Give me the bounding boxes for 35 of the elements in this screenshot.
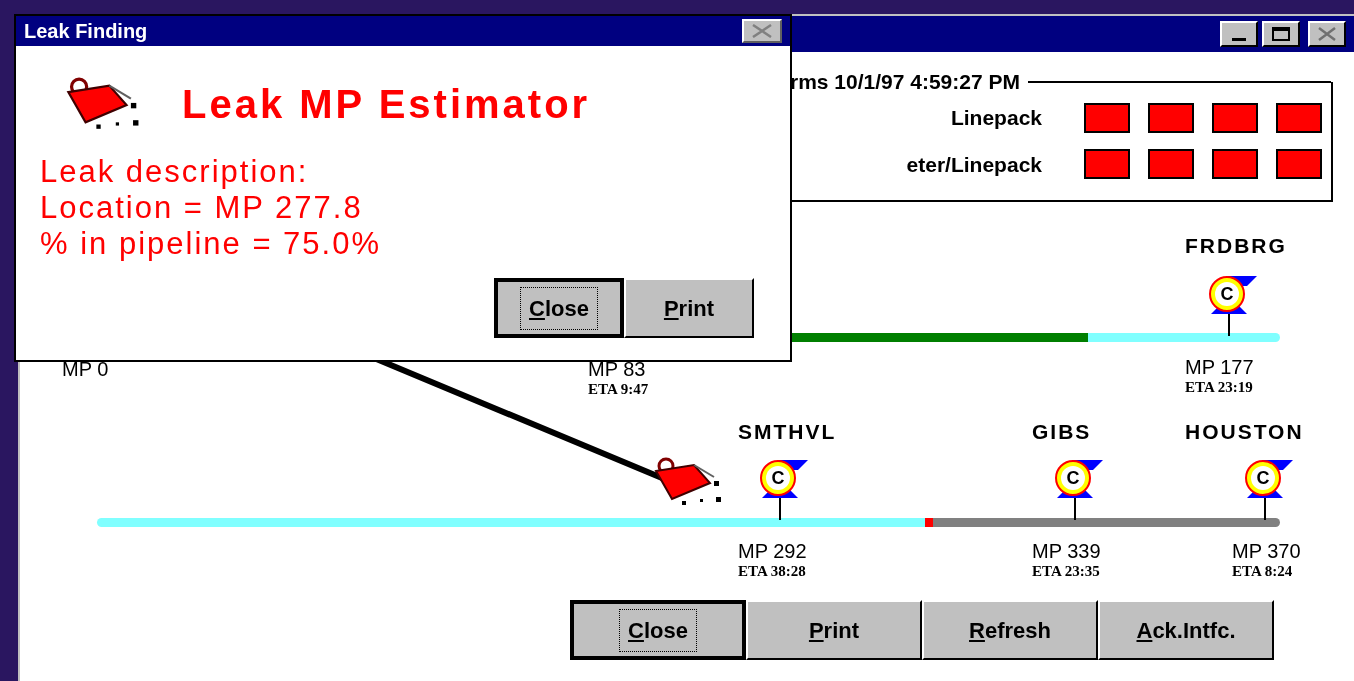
dialog-button[interactable]: Ack.Intfc. [1098,600,1274,660]
dialog-button[interactable]: Close [494,278,624,338]
station-name: GIBS [1032,419,1092,445]
maximize-icon [1272,27,1290,41]
leak-description-line: % in pipeline = 75.0% [40,226,382,262]
alarm-label: eter/Linepack [905,151,1042,178]
milepost-label: MP 0 [62,358,109,380]
eta-label: ETA 9:47 [588,380,649,398]
eta-label: ETA 8:24 [1232,562,1294,580]
milepost-label: MP 177 [1185,356,1254,378]
dialog-button[interactable]: Print [746,600,922,660]
dialog-button[interactable]: Close [570,600,746,660]
milepost-label: MP 339 [1032,540,1101,562]
dialog-heading: Leak MP Estimator [182,81,591,128]
milepost-label: MP 370 [1232,540,1301,562]
leak-description-line: Location = MP 277.8 [40,190,364,226]
station-name: SMTHVL [738,419,837,445]
milepost-label: MP 83 [588,358,647,380]
dialog-button[interactable]: Print [624,278,754,338]
station-name: HOUSTON [1185,419,1304,445]
close-icon [751,24,773,38]
alarm-label: Linepack [949,105,1042,131]
dialog-button[interactable]: Refresh [922,600,1098,660]
leak-description-line: Leak description: [40,154,310,190]
eta-label: ETA 23:35 [1032,562,1101,580]
milepost-label: MP 292 [738,540,807,562]
dialog-title: Leak Finding [24,19,148,44]
eta-label: ETA 38:28 [738,562,807,580]
minimize-icon [1232,38,1246,41]
minimize-button[interactable] [1220,21,1258,47]
maximize-button[interactable] [1262,21,1300,47]
eta-label: ETA 23:19 [1185,378,1254,396]
close-button[interactable] [1308,21,1346,47]
close-icon [1317,27,1337,41]
station-name: FRDBRG [1185,233,1287,259]
